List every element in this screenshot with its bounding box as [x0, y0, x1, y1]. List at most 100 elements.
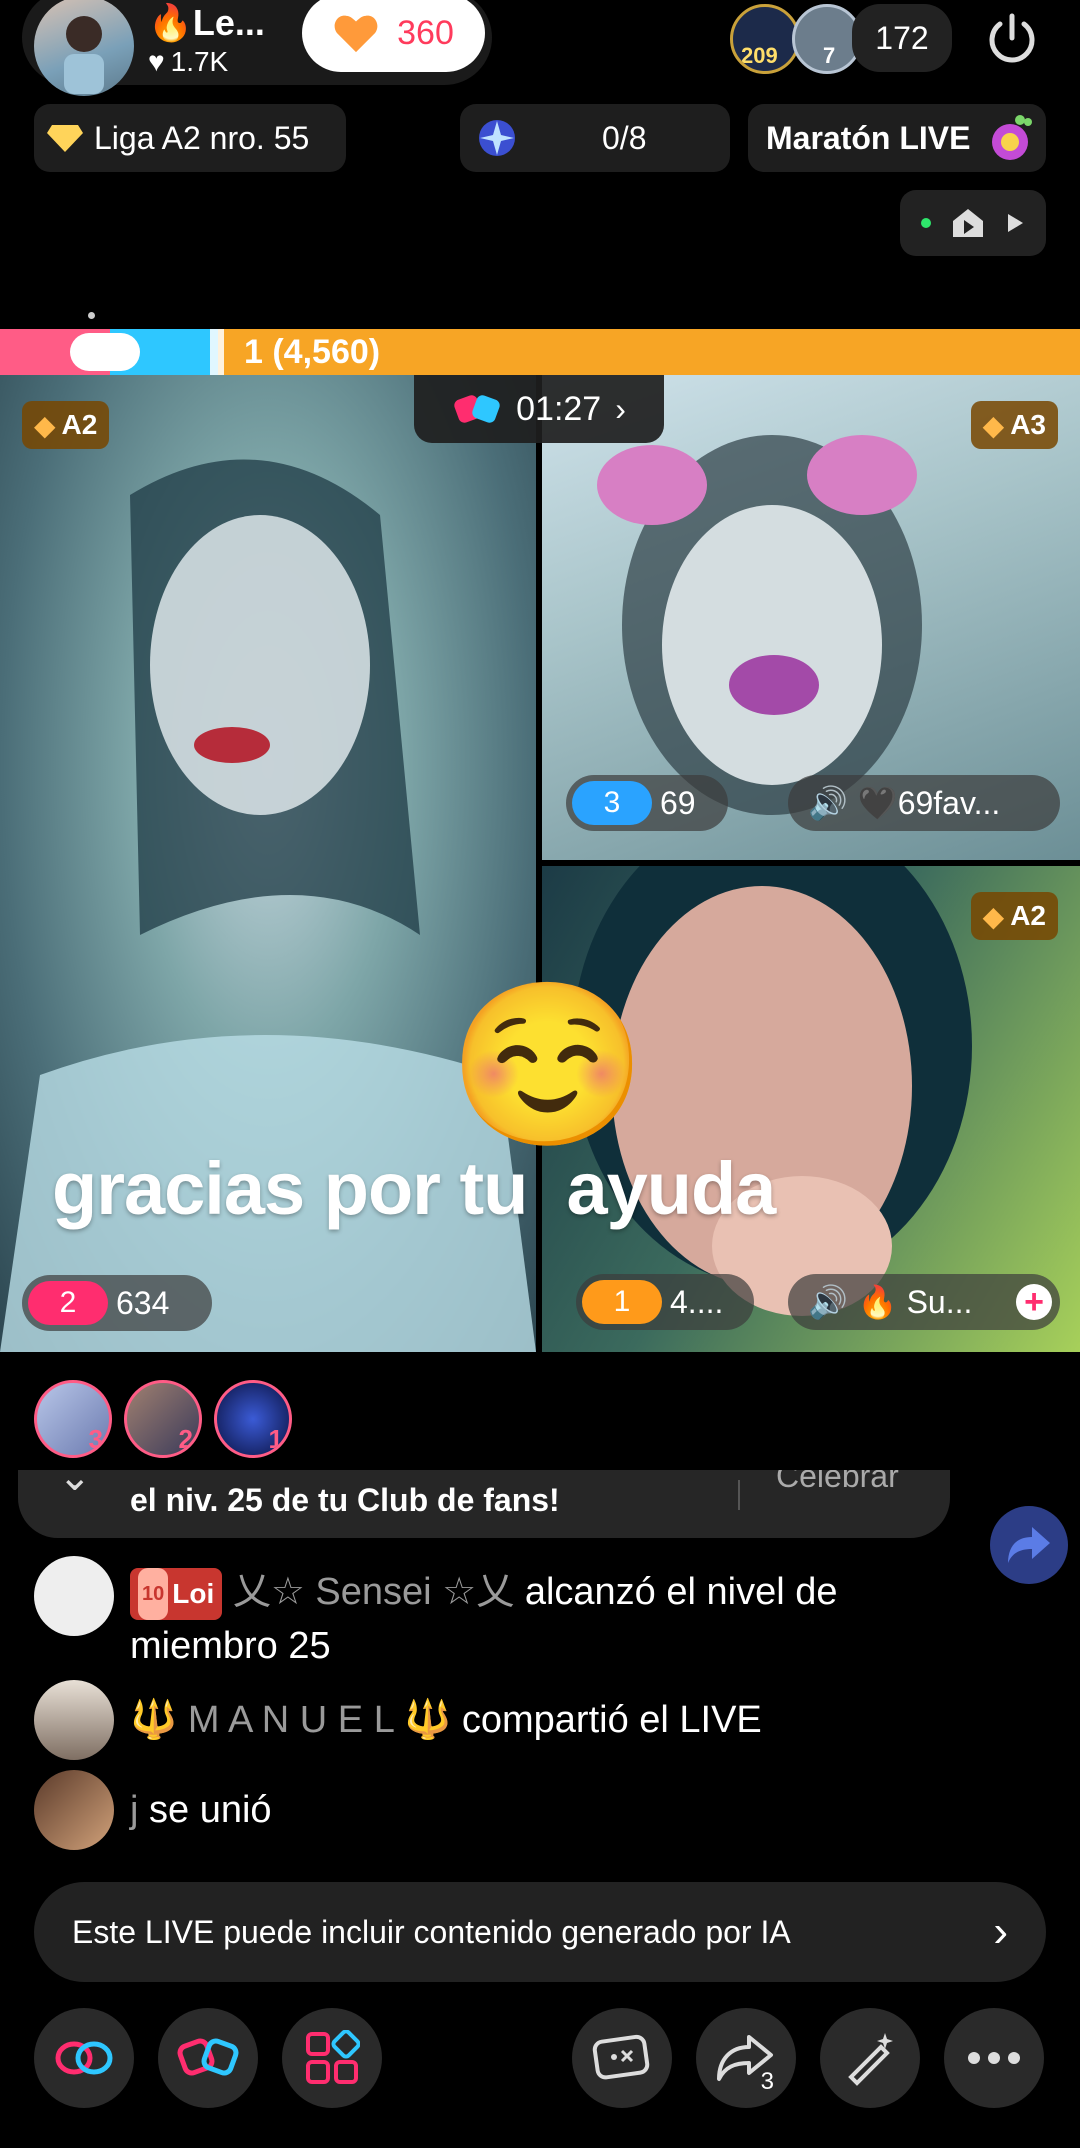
supporter-avatar-2[interactable]: 2 — [124, 1380, 202, 1458]
goal-progress: 0/8 — [602, 119, 647, 156]
snail-icon — [992, 115, 1033, 160]
top-gifter-1-badge: 209 — [741, 43, 778, 68]
share-arrow-button[interactable] — [990, 1506, 1068, 1584]
play-icon — [1007, 214, 1023, 232]
sparkle-gem-icon — [479, 120, 515, 156]
ranking-bar-white-segment — [70, 333, 140, 371]
tile-2-name: 🖤69fav... — [857, 785, 1001, 821]
battle-timer[interactable]: 01:27 › — [414, 375, 664, 443]
more-button[interactable] — [944, 2008, 1044, 2108]
more-dots-icon — [968, 2052, 1020, 2064]
league-label: Liga A2 nro. 55 — [94, 119, 310, 156]
magic-wand-icon — [848, 2033, 893, 2086]
ai-content-notice[interactable]: Este LIVE puede incluir contenido genera… — [34, 1882, 1046, 1982]
share-button[interactable]: 3 — [696, 2008, 796, 2108]
chat-username-1[interactable]: 乂☆ Sensei ☆乂 — [233, 1571, 514, 1613]
chat-text-2: compartió el LIVE — [451, 1699, 762, 1741]
supporter-avatar-3[interactable]: 3 — [34, 1380, 112, 1458]
add-icon[interactable]: + — [1016, 1283, 1052, 1321]
viewer-count-label: 172 — [875, 19, 929, 56]
chat-avatar-3[interactable] — [34, 1770, 114, 1850]
fan-badge-label: Loi — [172, 1578, 215, 1609]
goal-chip[interactable]: 0/8 — [460, 104, 730, 172]
ranking-bar[interactable]: 1 (4,560) — [0, 329, 1080, 375]
tile-3-rank: 1 — [582, 1280, 662, 1324]
comment-button[interactable] — [572, 2008, 672, 2108]
top-gifter-1[interactable]: 209 — [730, 4, 800, 74]
tile-2-name-pill[interactable]: 🔊 🖤69fav... — [788, 775, 1060, 831]
tile-3-score[interactable]: 1 4.... — [576, 1274, 754, 1330]
tile-2-league-label: A3 — [1010, 409, 1046, 440]
diamond-icon: ◆ — [982, 409, 1005, 441]
home-play-icon — [952, 209, 983, 237]
share-count: 3 — [760, 2068, 774, 2095]
supporter-rank-2: 2 — [178, 1424, 193, 1454]
tile-1-score[interactable]: 2 634 — [22, 1275, 212, 1331]
supporter-avatar-1[interactable]: 1 — [214, 1380, 292, 1458]
orange-heart-icon — [334, 15, 378, 53]
link-rings-icon — [55, 2041, 113, 2075]
tile-2-league-badge: ◆ A3 — [970, 401, 1058, 449]
chat-avatar-2[interactable] — [34, 1680, 114, 1760]
host-card[interactable]: 🔥Le... ♥ 1.7K 360 — [22, 0, 492, 96]
chevron-right-icon: › — [615, 390, 626, 427]
fan-club-banner-text: el niv. 25 de tu Club de fans! — [130, 1482, 560, 1518]
diamond-icon: ◆ — [982, 900, 1005, 932]
caption-overlay: gracias por tu ayuda — [52, 1147, 776, 1230]
battle-gloves-icon — [454, 395, 500, 423]
tile-3-name: 🔥 Su... — [857, 1284, 973, 1320]
supporter-rank-1: 1 — [268, 1424, 283, 1454]
battle-button[interactable] — [158, 2008, 258, 2108]
viewer-count[interactable]: 172 — [852, 4, 952, 72]
tile-3-score-value: 4.... — [670, 1283, 724, 1320]
follow-heart-button[interactable]: 360 — [302, 0, 485, 72]
live-mode-switch[interactable] — [900, 190, 1046, 256]
chevron-down-icon: ⌄ — [58, 1470, 92, 1499]
marathon-chip[interactable]: Maratón LIVE — [748, 104, 1046, 172]
league-chip[interactable]: Liga A2 nro. 55 — [34, 104, 346, 172]
tile-3-name-pill[interactable]: 🔊 🔥 Su... + — [788, 1274, 1060, 1330]
apps-button[interactable] — [282, 2008, 382, 2108]
fan-badge: 10 Loi — [130, 1568, 223, 1620]
speaker-icon: 🔊 — [808, 1284, 848, 1320]
speaker-icon: 🔊 — [808, 785, 848, 821]
tile-2-score-value: 69 — [660, 784, 696, 821]
ranking-bar-label: 1 (4,560) — [244, 333, 381, 371]
host-likes: ♥ 1.7K — [148, 46, 228, 78]
battle-timer-value: 01:27 — [516, 389, 602, 428]
emoji-sticker: ☺️ — [448, 975, 648, 1154]
celebrate-button[interactable]: Celebrar — [776, 1470, 899, 1495]
host-avatar[interactable] — [34, 0, 134, 96]
heart-icon: ♥ — [148, 46, 165, 77]
live-dot-icon — [921, 218, 932, 228]
host-likes-count: 1.7K — [170, 46, 229, 77]
chat-avatar-1[interactable] — [34, 1556, 114, 1636]
chat-bubble-icon — [592, 2034, 650, 2080]
tile-3-league-label: A2 — [1010, 900, 1046, 931]
tile-1-rank: 2 — [28, 1281, 108, 1325]
multi-guest-button[interactable] — [34, 2008, 134, 2108]
decor-dot — [88, 312, 95, 319]
fan-club-banner[interactable]: ⌄ el niv. 25 de tu Club de fans! Celebra… — [18, 1470, 950, 1538]
ai-notice-text: Este LIVE puede incluir contenido genera… — [72, 1913, 791, 1950]
power-icon[interactable] — [982, 8, 1042, 68]
battle-gloves-icon — [177, 2038, 239, 2076]
tile-3-league-badge: ◆ A2 — [970, 892, 1058, 940]
banner-divider — [738, 1480, 740, 1510]
video-tile-2[interactable]: ◆ A3 3 69 🔊 🖤69fav... — [542, 375, 1080, 860]
tile-2-score[interactable]: 3 69 — [566, 775, 728, 831]
marathon-label: Maratón LIVE — [766, 119, 971, 156]
share-arrow-icon — [1008, 1527, 1050, 1563]
tile-1-league-badge: ◆ A2 — [22, 401, 110, 449]
chevron-right-icon: › — [993, 1907, 1008, 1956]
tile-1-league-label: A2 — [61, 409, 98, 440]
chat-message-1: 10 Loi 乂☆ Sensei ☆乂 alcanzó el nivel de … — [130, 1566, 950, 1672]
tile-1-score-value: 634 — [116, 1284, 170, 1321]
effects-button[interactable] — [820, 2008, 920, 2108]
chat-message-2: 🔱 M A N U E L 🔱 compartió el LIVE — [130, 1694, 762, 1746]
fan-badge-level: 10 — [138, 1568, 169, 1620]
tile-2-rank: 3 — [572, 781, 652, 825]
chat-username-2[interactable]: 🔱 M A N U E L 🔱 — [130, 1699, 451, 1741]
host-avatar-image — [64, 16, 104, 94]
top-gifter-2-badge: 7 — [823, 43, 836, 68]
